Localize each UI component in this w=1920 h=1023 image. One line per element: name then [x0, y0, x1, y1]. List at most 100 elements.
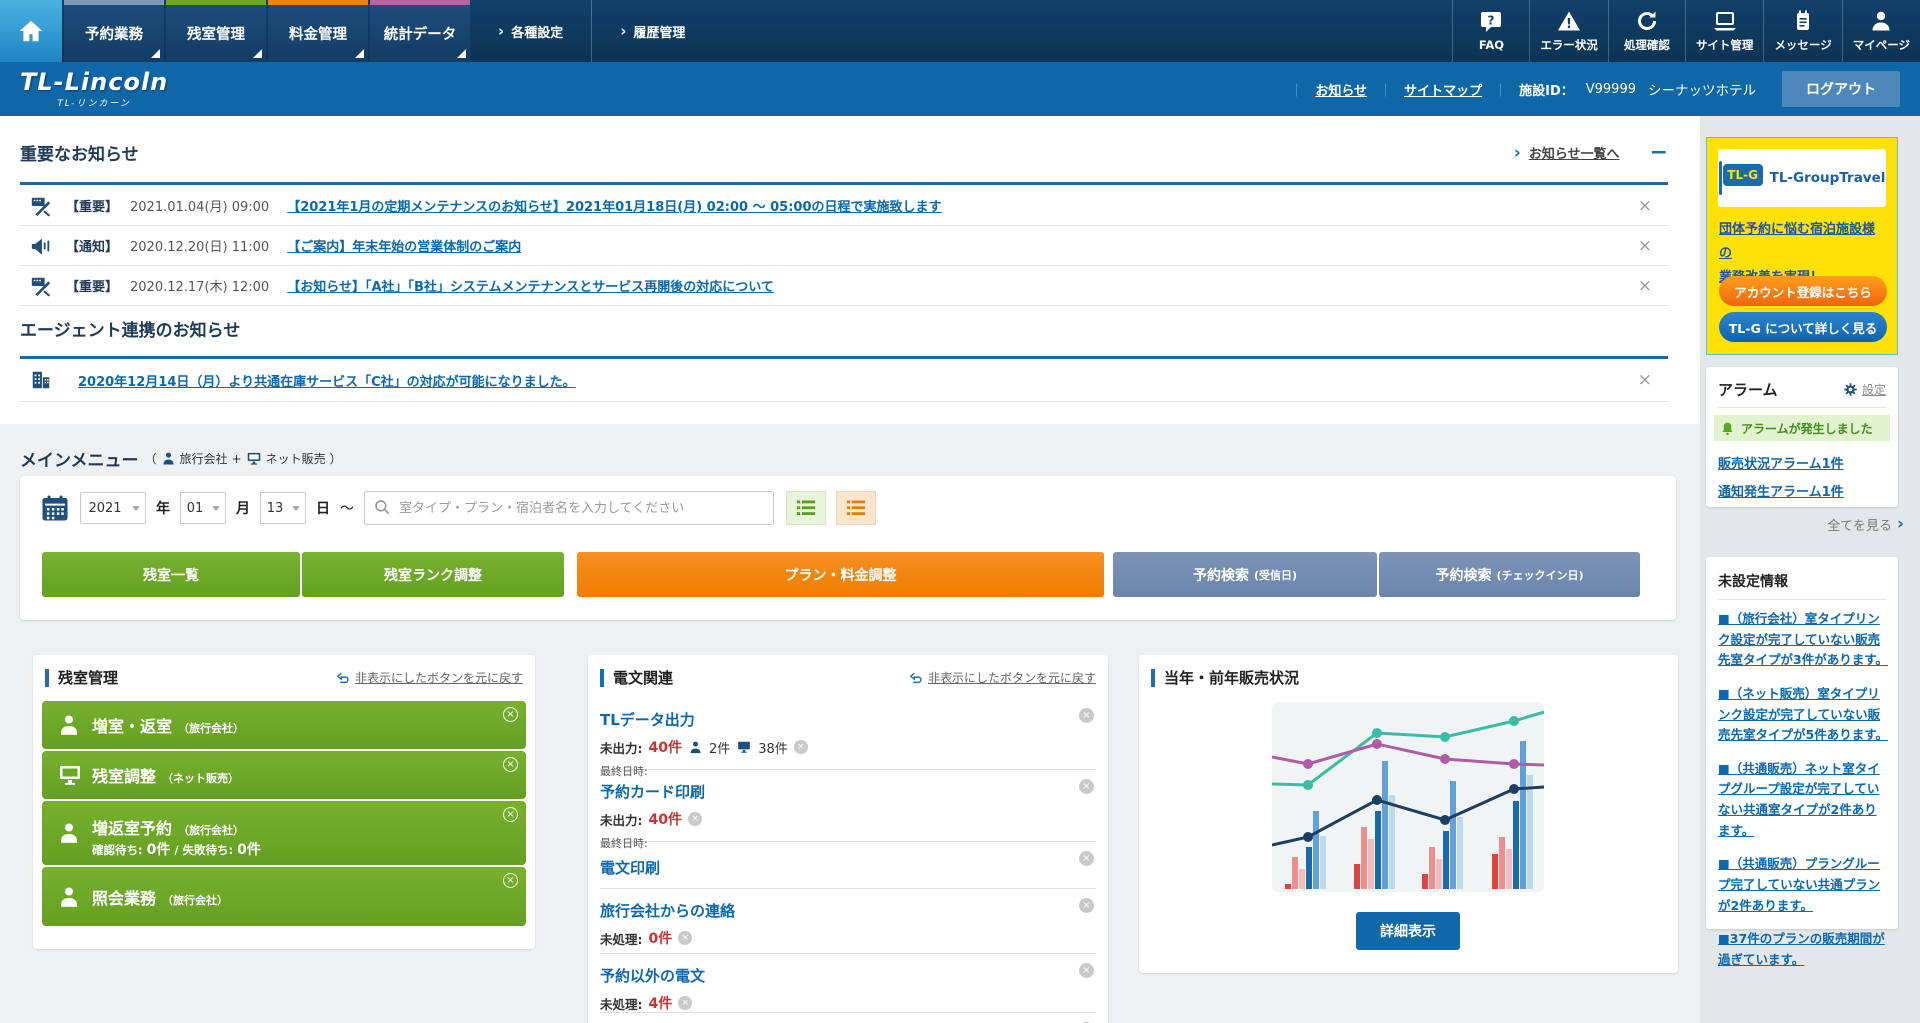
facility-id-value: V99999 [1586, 82, 1636, 97]
sales-chart [1272, 702, 1544, 892]
agency-contact-link[interactable]: 旅行会社からの連絡 [600, 902, 735, 920]
room-list-button[interactable]: 残室一覧 [42, 552, 300, 597]
telegram-print-link[interactable]: 電文印刷 [600, 859, 660, 877]
tab-room-management[interactable]: 残室管理 [166, 0, 266, 62]
close-icon[interactable]: × [1632, 196, 1658, 216]
close-icon[interactable]: × [1632, 276, 1658, 296]
travel-agent-label: 旅行会社 [180, 450, 228, 467]
sitemap-link[interactable]: サイトマップ [1404, 80, 1482, 99]
year-select[interactable]: 2021 [80, 492, 146, 524]
banner-copy-line1: 団体予約に悩む宿泊施設様の [1719, 222, 1875, 261]
bell-icon [1720, 421, 1735, 436]
util-mypage[interactable]: マイページ [1842, 0, 1920, 62]
non-reservation-telegram-link[interactable]: 予約以外の電文 [600, 967, 705, 985]
unset-link-net-roomtype[interactable]: ■（ネット販売）室タイプリンク設定が完了していない販売先室タイプが5件あります。 [1718, 684, 1888, 746]
net-sales-label: ネット販売 [266, 450, 326, 467]
stats-line: 未出力: 40件 2件 38件 × [600, 737, 1096, 757]
dismiss-icon[interactable]: × [503, 757, 518, 772]
dismiss-icon[interactable]: × [794, 740, 808, 754]
button-label: 残室ランク調整 [384, 565, 482, 585]
notice-link[interactable]: 【お知らせ】「A社」「B社」システムメンテナンスとサービス再開後の対応について [287, 276, 774, 295]
dismiss-icon[interactable]: × [1079, 708, 1094, 723]
notice-header-link[interactable]: お知らせ [1315, 80, 1367, 99]
notice-link[interactable]: 【ご案内】年末年始の営業体制のご案内 [287, 236, 521, 255]
room-add-return-button[interactable]: 増室・返室（旅行会社） × [42, 701, 526, 749]
button-label: 増室・返室 [92, 713, 172, 737]
confirm-wait-value: 0件 [147, 839, 171, 859]
tab-corner [355, 49, 364, 58]
close-icon[interactable]: × [1632, 370, 1658, 390]
util-message[interactable]: メッセージ [1763, 0, 1841, 62]
stat-label: 未出力: [600, 738, 643, 757]
list-view-orange-toggle[interactable] [836, 491, 876, 525]
app-logo[interactable]: TL-Lincoln TL-リンカーン [20, 70, 168, 109]
room-rank-adjust-button[interactable]: 残室ランク調整 [302, 552, 564, 597]
tl-data-output-link[interactable]: TLデータ出力 [600, 711, 695, 729]
notification-alarm-link[interactable]: 通知発生アラーム1件 [1718, 481, 1844, 500]
reservation-search-received-button[interactable]: 予約検索(受信日) [1113, 552, 1377, 597]
reservation-search-checkin-button[interactable]: 予約検索(チェックイン日) [1379, 552, 1640, 597]
notice-list-link[interactable]: お知らせ一覧へ [1529, 143, 1620, 162]
room-adjust-button[interactable]: 残室調整（ネット販売） × [42, 751, 526, 799]
dismiss-icon[interactable]: × [678, 996, 692, 1010]
util-site-management[interactable]: サイト管理 [1685, 0, 1764, 62]
card-header: 当年・前年販売状況 [1139, 667, 1678, 688]
month-select[interactable]: 01 [180, 492, 226, 524]
close-icon[interactable]: × [1632, 236, 1658, 256]
month-label: 月 [236, 498, 250, 518]
dismiss-icon[interactable]: × [503, 807, 518, 822]
tab-reservation[interactable]: 予約業務 [64, 0, 164, 62]
dismiss-icon[interactable]: × [503, 873, 518, 888]
restore-hidden-buttons-link[interactable]: 非表示にしたボタンを元に戻す [909, 669, 1096, 686]
dismiss-icon[interactable]: × [688, 812, 702, 826]
util-faq[interactable]: ? FAQ [1452, 0, 1529, 62]
unset-link-travel-roomtype[interactable]: ■（旅行会社）室タイプリンク設定が完了していない販売先室タイプが3件があります。 [1718, 609, 1888, 671]
flag-label: TL-G [1723, 164, 1763, 186]
button-scope: （旅行会社） [162, 892, 228, 908]
tab-rate-management[interactable]: 料金管理 [268, 0, 368, 62]
gear-icon [1843, 382, 1858, 397]
plan-rate-adjust-button[interactable]: プラン・料金調整 [577, 552, 1104, 597]
util-error-status[interactable]: ! エラー状況 [1529, 0, 1608, 62]
nav-link-settings[interactable]: ›各種設定 [470, 0, 591, 62]
tlg-banner[interactable]: TL-G TL-GroupTravel 団体予約に悩む宿泊施設様の 業務改善を実… [1706, 137, 1898, 355]
sales-alarm-link[interactable]: 販売状況アラーム1件 [1718, 453, 1844, 472]
logout-button[interactable]: ログアウト [1782, 71, 1900, 107]
refresh-icon [1635, 9, 1659, 33]
accent-bar [600, 669, 604, 687]
unset-link-common-plangroup[interactable]: ■（共通販売）プラングループ完了していない共通プランが2件あります。 [1718, 854, 1888, 916]
unset-link-expired-plans[interactable]: ■37件のプランの販売期間が過ぎています。 [1718, 929, 1888, 970]
nav-link-history[interactable]: ›履歴管理 [591, 0, 713, 62]
collapse-button[interactable]: − [1650, 142, 1668, 164]
notice-link[interactable]: 【2021年1月の定期メンテナンスのお知らせ】2021年01月18日(月) 02… [287, 196, 941, 215]
room-add-return-reservation-button[interactable]: 増返室予約（旅行会社） 確認待ち: 0件 / 失敗待ち: 0件 × [42, 801, 526, 865]
list-view-green-toggle[interactable] [786, 491, 826, 525]
home-button[interactable] [0, 0, 62, 62]
agent-notice-link[interactable]: 2020年12月14日（月）より共通在庫サービス「C社」の対応が可能になりました… [78, 371, 576, 390]
tab-statistics[interactable]: 統計データ [370, 0, 470, 62]
travel-agent-icon [57, 713, 81, 737]
day-select[interactable]: 13 [260, 492, 306, 524]
alarm-settings-link[interactable]: 設定 [1843, 381, 1886, 398]
alarm-alert-text: アラームが発生しました [1741, 420, 1873, 437]
restore-hidden-buttons-link[interactable]: 非表示にしたボタンを元に戻す [336, 669, 523, 686]
net-sales-icon [246, 451, 262, 466]
tlg-about-button[interactable]: TL-G について詳しく見る [1719, 312, 1887, 342]
year-value: 2021 [88, 501, 121, 516]
dismiss-icon[interactable]: × [1079, 963, 1094, 978]
reservation-card-print-link[interactable]: 予約カード印刷 [600, 783, 705, 801]
unset-link-common-roomgroup[interactable]: ■（共通販売）ネット室タイプグループ設定が完了していない共通室タイプが2件ありま… [1718, 759, 1888, 842]
util-process-check[interactable]: 処理確認 [1608, 0, 1685, 62]
dismiss-icon[interactable]: × [503, 707, 518, 722]
dismiss-icon[interactable]: × [678, 931, 692, 945]
account-register-button[interactable]: アカウント登録はこちら [1719, 276, 1887, 306]
page: 予約業務 残室管理 料金管理 統計データ ›各種設定 ›履歴管理 ? FAQ !… [0, 0, 1920, 1023]
detail-display-button[interactable]: 詳細表示 [1356, 912, 1460, 950]
see-all-link[interactable]: 全てを見る › [1827, 514, 1904, 534]
dismiss-icon[interactable]: × [1079, 779, 1094, 794]
dismiss-icon[interactable]: × [1079, 851, 1094, 866]
paren: ） [330, 450, 342, 467]
search-input[interactable] [364, 491, 774, 525]
inquiry-business-button[interactable]: 照会業務（旅行会社） × [42, 867, 526, 926]
dismiss-icon[interactable]: × [1079, 898, 1094, 913]
